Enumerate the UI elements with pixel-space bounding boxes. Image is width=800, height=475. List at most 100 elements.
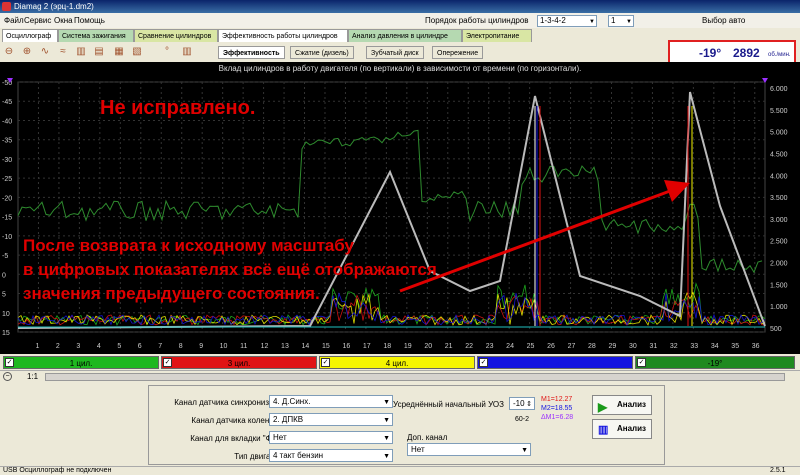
phase-channel-select[interactable]: Нет ▼ [269, 431, 393, 444]
status-usb: USB Осциллограф не подключен [3, 467, 112, 474]
checkbox-icon[interactable]: ✓ [321, 358, 330, 367]
zoom-out-icon[interactable]: ⊖ [2, 45, 16, 59]
bars-icon[interactable]: ▦ [112, 45, 126, 59]
status-version: 2.5.1 [770, 467, 786, 474]
engine-type-value: 4 такт бензин [273, 451, 324, 460]
x-tick-label: 5 [117, 343, 121, 350]
chevron-down-icon: ▼ [383, 453, 390, 460]
x-tick-label: 13 [281, 343, 289, 350]
crank-channel-select[interactable]: 2. ДПКВ ▼ [269, 413, 393, 426]
bars-icon[interactable]: ▤ [92, 45, 106, 59]
zoom-out-icon[interactable]: − [3, 372, 12, 381]
y-right-tick-label: 3.000 [770, 217, 788, 224]
x-tick-label: 16 [342, 343, 350, 350]
cylinder-order-label: Порядок работы цилиндров [425, 16, 529, 25]
annotation-line-2: в цифровых показателях всё ещё отображаю… [23, 260, 437, 279]
tab-power[interactable]: Электропитание [462, 29, 532, 42]
subtab-advance[interactable]: Опережение [432, 46, 484, 59]
y-left-tick-label: -45 [2, 99, 12, 106]
subtab-gear-disk[interactable]: Зубчатый диск [366, 46, 424, 59]
analyze-button-label: Анализ [617, 400, 647, 409]
y-left-tick-label: 10 [2, 311, 10, 318]
x-tick-label: 3 [76, 343, 80, 350]
cylinder-3-toggle[interactable]: ✓ 3 цил. [161, 356, 317, 369]
y-right-tick-label: 4.000 [770, 173, 788, 180]
y-right-tick-label: 1.000 [770, 304, 788, 311]
y-left-tick-label: -40 [2, 118, 12, 125]
subtab-compression[interactable]: Сжатие (дизель) [290, 46, 354, 59]
menu-service[interactable]: Сервис [24, 16, 51, 25]
x-tick-label: 12 [261, 343, 269, 350]
menu-bar: Файл Сервис Окна Помощь [0, 13, 800, 28]
choose-car-button[interactable]: Выбор авто [702, 16, 745, 25]
cylinder-1-toggle[interactable]: ✓ 1 цил. [3, 356, 159, 369]
engine-type-select[interactable]: 4 такт бензин ▼ [269, 449, 393, 462]
crank-channel-label: Канал датчика коленвала [191, 416, 287, 425]
rpm-readout: 2892 [733, 46, 760, 60]
x-tick-label: 36 [752, 343, 760, 350]
cylinder-1-label: 1 цил. [69, 359, 93, 368]
y-right-tick-label: 1.500 [770, 282, 788, 289]
cylinder-start-select[interactable]: 1 ▼ [608, 15, 634, 27]
x-tick-label: 14 [302, 343, 310, 350]
annotation-line-3: значения предыдущего состояния. [23, 284, 320, 303]
bars-icon[interactable]: ▥ [180, 45, 194, 59]
zoom-in-icon[interactable]: ⊕ [20, 45, 34, 59]
tab-pressure[interactable]: Анализ давления в цилиндре [348, 29, 462, 42]
checkbox-icon[interactable]: ✓ [637, 358, 646, 367]
annotation-not-fixed: Не исправлено. [100, 97, 256, 119]
degree-icon[interactable]: ° [160, 45, 174, 59]
y-right-tick-label: 6.000 [770, 86, 788, 93]
tab-cylinder-compare[interactable]: Сравнение цилиндров [134, 29, 218, 42]
checkbox-icon[interactable]: ✓ [163, 358, 172, 367]
x-tick-label: 15 [322, 343, 330, 350]
x-tick-label: 11 [240, 343, 247, 350]
wave-icon[interactable]: ≈ [56, 45, 70, 59]
tab-oscilloscope[interactable]: Осциллограф [2, 29, 58, 42]
uoz-spinner[interactable]: -10 ⇕ [509, 397, 535, 410]
rpm-unit: об./мин. [768, 52, 791, 58]
checkbox-icon[interactable]: ✓ [5, 358, 14, 367]
x-tick-label: 25 [527, 343, 535, 350]
checkbox-icon[interactable]: ✓ [479, 358, 488, 367]
y-right-tick-label: 3.500 [770, 195, 788, 202]
chart-title: Вклад цилиндров в работу двигателя (по в… [0, 62, 800, 76]
menu-windows[interactable]: Окна [54, 16, 73, 25]
x-tick-label: 34 [711, 343, 719, 350]
cylinder-2-toggle[interactable]: ✓ 2 цил. [477, 356, 633, 369]
sync-channel-value: 4. Д.Синх. [273, 397, 311, 406]
cylinder-4-toggle[interactable]: ✓ 4 цил. [319, 356, 475, 369]
scale-value: 1:1 [27, 372, 39, 381]
ignition-angle-readout: -19° [699, 46, 722, 60]
menu-help[interactable]: Помощь [74, 16, 105, 25]
window-title: Diamag 2 (эрц-1.dm2) [14, 2, 94, 11]
wave-icon[interactable]: ∿ [38, 45, 52, 59]
x-tick-label: 23 [486, 343, 494, 350]
analyze-button[interactable]: ▶ Анализ [592, 395, 652, 415]
x-tick-label: 27 [568, 343, 576, 350]
x-tick-label: 35 [731, 343, 739, 350]
y-right-tick-label: 2.500 [770, 239, 788, 246]
x-tick-label: 19 [404, 343, 412, 350]
angle-trace-toggle[interactable]: ✓ -19° [635, 356, 795, 369]
marker-m2: M2=18.55 [541, 405, 573, 412]
phase-channel-label: Канал для вкладки "Фаза" [190, 434, 287, 443]
x-tick-label: 24 [506, 343, 514, 350]
x-tick-label: 8 [179, 343, 183, 350]
extra-channel-select[interactable]: Нет ▼ [407, 443, 531, 456]
bars-icon: ▥ [598, 424, 609, 436]
tab-ignition[interactable]: Система зажигания [58, 29, 134, 42]
menu-file[interactable]: Файл [4, 16, 24, 25]
horizontal-scrollbar[interactable] [45, 373, 785, 381]
y-left-tick-label: -25 [2, 176, 12, 183]
tab-efficiency[interactable]: Эффективность работы цилиндров [218, 29, 348, 42]
spinner-icon: ⇕ [526, 401, 532, 408]
title-bar: Diamag 2 (эрц-1.dm2) [0, 0, 800, 13]
bars-icon[interactable]: ▥ [74, 45, 88, 59]
analyze-bars-button[interactable]: ▥ Анализ [592, 419, 652, 439]
chevron-down-icon: ▼ [521, 447, 528, 454]
x-tick-label: 30 [629, 343, 637, 350]
bars-icon[interactable]: ▧ [130, 45, 144, 59]
cylinder-order-select[interactable]: 1-3-4-2 ▼ [537, 15, 597, 27]
subtab-efficiency[interactable]: Эффективность [218, 46, 285, 59]
